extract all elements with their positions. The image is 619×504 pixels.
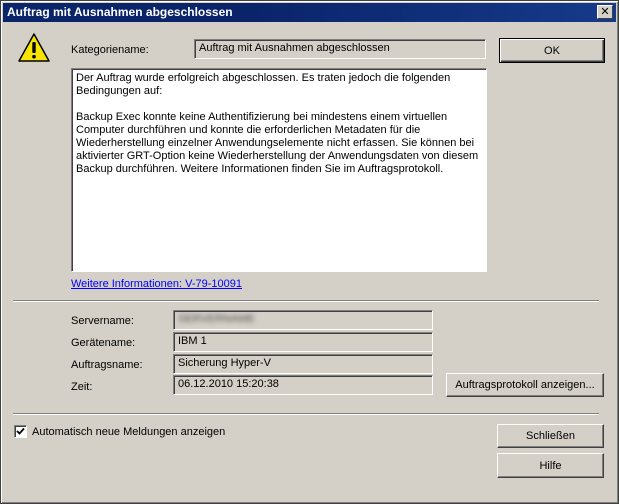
title-bar: Auftrag mit Ausnahmen abgeschlossen ✕ (3, 3, 616, 22)
time-field: 06.12.2010 15:20:38 (173, 375, 433, 395)
servername-label: Servername: (71, 315, 134, 327)
servername-value: SERVERNAME (178, 313, 255, 325)
category-label: Kategoriename: (71, 44, 149, 56)
close-button[interactable]: Schließen (497, 424, 604, 448)
help-button[interactable]: Hilfe (497, 453, 604, 478)
window-title: Auftrag mit Ausnahmen abgeschlossen (7, 5, 233, 19)
category-field: Auftrag mit Ausnahmen abgeschlossen (194, 39, 486, 59)
auto-show-checkbox[interactable] (14, 425, 27, 438)
separator (13, 300, 599, 302)
message-box: Der Auftrag wurde erfolgreich abgeschlos… (71, 68, 487, 272)
checkmark-icon (16, 427, 25, 435)
show-log-button[interactable]: Auftragsprotokoll anzeigen... (446, 373, 604, 397)
job-field: Sicherung Hyper-V (173, 354, 433, 374)
separator (13, 413, 599, 415)
servername-field: SERVERNAME (173, 310, 433, 330)
message-paragraph: Der Auftrag wurde erfolgreich abgeschlos… (76, 72, 451, 97)
warning-icon (18, 33, 50, 62)
device-field: IBM 1 (173, 332, 433, 352)
device-label: Gerätename: (71, 337, 136, 349)
close-icon[interactable]: ✕ (597, 5, 613, 19)
auto-show-label[interactable]: Automatisch neue Meldungen anzeigen (32, 425, 225, 439)
message-paragraph: Backup Exec konnte keine Authentifizieru… (76, 111, 479, 175)
ok-button[interactable]: OK (499, 38, 605, 63)
time-label: Zeit: (71, 381, 93, 393)
more-info-link[interactable]: Weitere Informationen: V-79-10091 (71, 278, 242, 290)
dialog-window: Auftrag mit Ausnahmen abgeschlossen ✕ Ka… (0, 0, 619, 504)
job-label: Auftragsname: (71, 359, 143, 371)
